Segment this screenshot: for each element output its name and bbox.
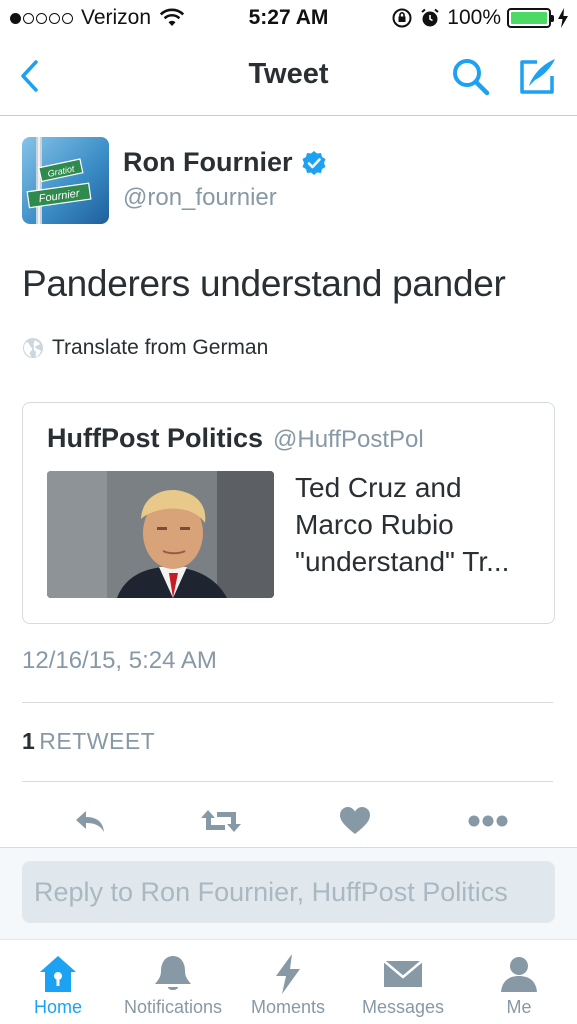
card-source: HuffPost Politics @HuffPostPol (47, 423, 424, 454)
tab-label: Messages (361, 997, 445, 1017)
retweet-stats[interactable]: 1 RETWEET (22, 728, 155, 755)
more-button[interactable] (466, 800, 510, 842)
card-source-name: HuffPost Politics (47, 423, 264, 453)
lightning-icon (276, 954, 300, 994)
retweet-button[interactable] (198, 800, 244, 842)
status-bar: Verizon 5:27 AM 100% (0, 0, 577, 38)
card-headline: Ted Cruz and Marco Rubio "understand" Tr… (295, 472, 510, 577)
orientation-lock-icon (392, 8, 412, 28)
home-icon (40, 956, 76, 992)
globe-icon (23, 338, 43, 358)
battery-icon (507, 8, 554, 28)
tab-home[interactable]: Home (10, 940, 106, 1024)
translate-link[interactable]: Translate from German (22, 336, 268, 360)
search-icon[interactable] (450, 56, 492, 98)
status-right-group: 100% (391, 6, 569, 30)
tab-label: Notifications (123, 997, 223, 1017)
author-name-group[interactable]: Ron Fournier (123, 147, 327, 178)
verified-badge-icon (302, 150, 325, 175)
more-icon (468, 815, 508, 827)
reply-bar: Reply to Ron Fournier, HuffPost Politics (0, 847, 577, 939)
charging-bolt-icon (558, 8, 568, 28)
tweet-timestamp: 12/16/15, 5:24 AM (22, 647, 217, 674)
reply-input[interactable]: Reply to Ron Fournier, HuffPost Politics (22, 861, 555, 923)
reply-button[interactable] (70, 800, 110, 842)
retweet-count: 1 (22, 728, 36, 754)
retweet-label: RETWEET (39, 728, 156, 754)
author-handle[interactable]: @ron_fournier (123, 184, 277, 212)
card-thumbnail (47, 471, 274, 598)
person-icon (501, 957, 537, 992)
tab-label: Me (506, 997, 532, 1017)
envelope-icon (383, 960, 423, 987)
alarm-icon (421, 8, 439, 27)
tab-me[interactable]: Me (472, 940, 566, 1024)
compose-tweet-icon[interactable] (515, 54, 559, 98)
tab-moments[interactable]: Moments (240, 940, 336, 1024)
card-source-handle: @HuffPostPol (273, 426, 424, 453)
tweet-actions (0, 800, 577, 842)
bell-icon (155, 956, 191, 990)
translate-label[interactable]: Translate from German (52, 336, 268, 360)
tweet-author: Gratiot Fournier Ron Fournier @ron_fourn… (22, 137, 552, 227)
reply-icon (76, 811, 104, 832)
tab-bar: Home Notifications Moments Messages Me (0, 939, 577, 1024)
author-name[interactable]: Ron Fournier (123, 147, 293, 178)
heart-icon (340, 807, 370, 834)
retweet-icon (201, 810, 241, 832)
divider (22, 781, 553, 782)
tab-label: Moments (250, 997, 326, 1017)
link-card[interactable]: HuffPost Politics @HuffPostPol Ted Cruz … (22, 402, 555, 624)
battery-percent: 100% (447, 6, 501, 29)
tab-label: Home (33, 997, 82, 1017)
tab-notifications[interactable]: Notifications (112, 940, 234, 1024)
like-button[interactable] (336, 800, 374, 842)
navigation-bar: Tweet (0, 38, 577, 116)
tab-messages[interactable]: Messages (350, 940, 456, 1024)
tweet-text: Panderers understand pander (22, 263, 506, 304)
divider (22, 702, 553, 703)
avatar[interactable]: Gratiot Fournier (22, 137, 109, 224)
